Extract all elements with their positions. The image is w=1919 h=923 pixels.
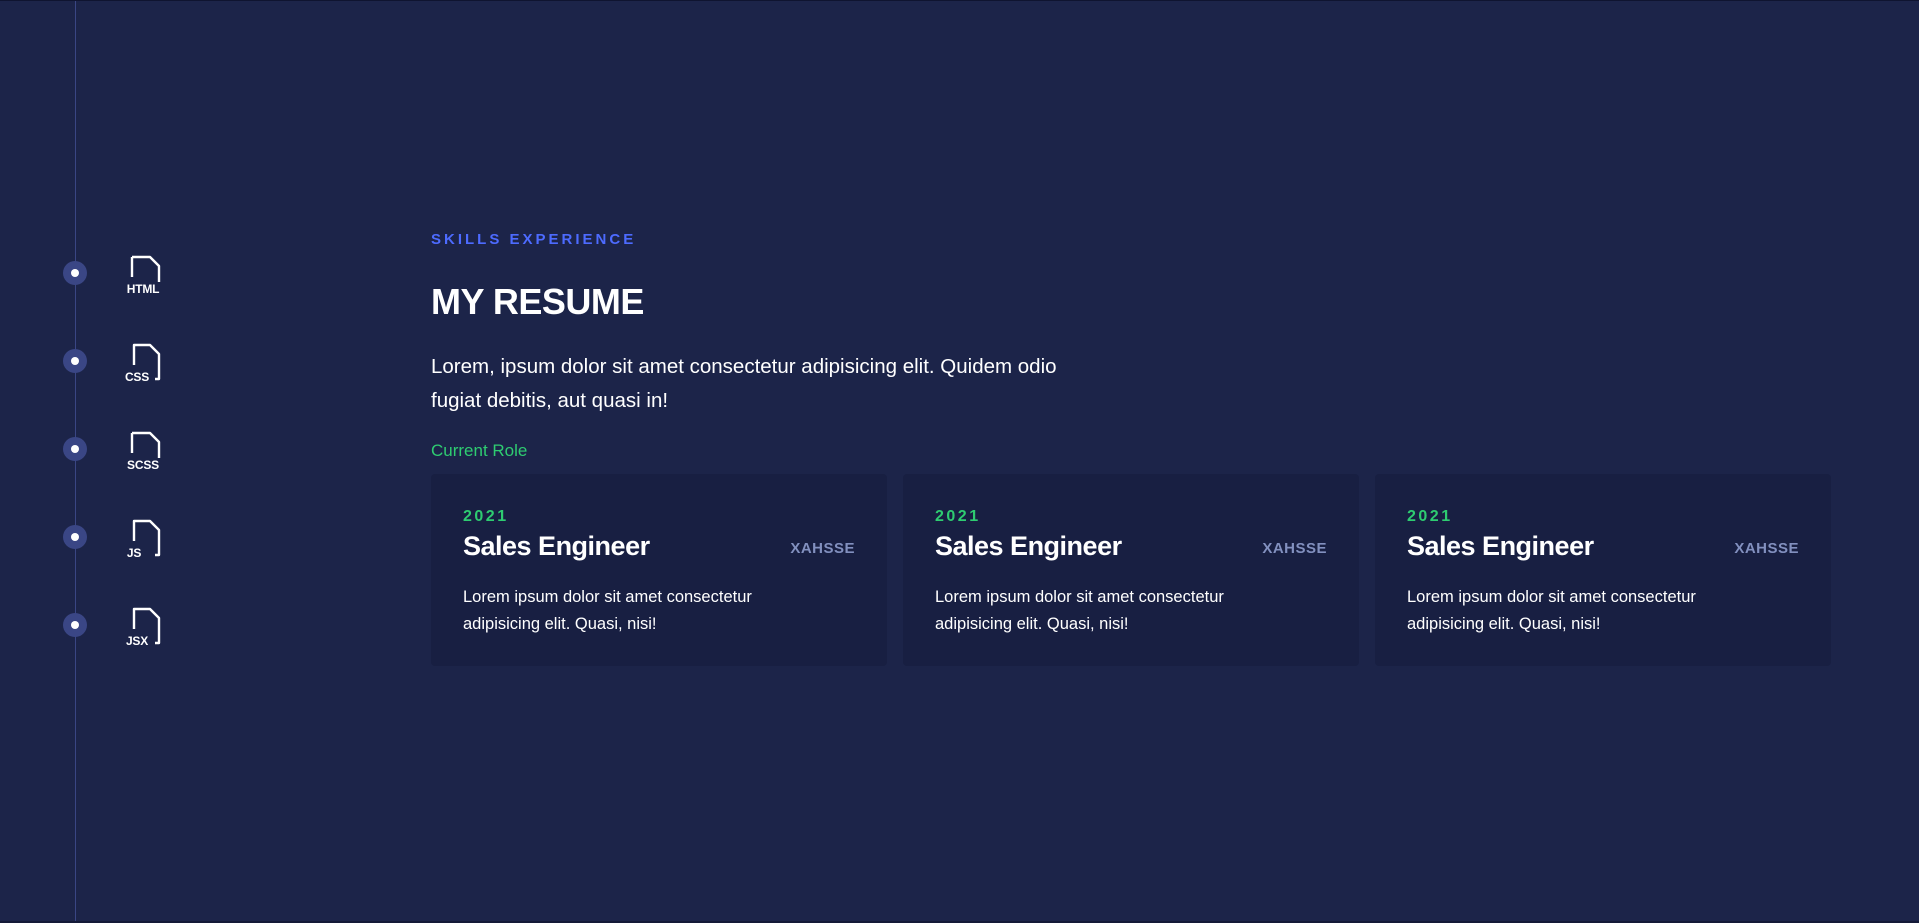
timeline-dot: [63, 261, 87, 285]
skill-item-jsx[interactable]: JSX: [0, 607, 260, 673]
timeline-dot: [63, 525, 87, 549]
file-icon: CSS: [118, 343, 164, 389]
file-icon: SCSS: [118, 431, 164, 477]
card-title: Sales Engineer: [935, 531, 1122, 561]
file-label: JS: [126, 546, 142, 560]
card-year: 2021: [1407, 508, 1453, 525]
file-label: JSX: [125, 634, 149, 648]
file-icon: HTML: [118, 255, 164, 301]
card-company: XAHSSE: [1734, 540, 1799, 557]
experience-card: 2021 Sales Engineer XAHSSE Lorem ipsum d…: [1375, 474, 1831, 666]
file-label: CSS: [124, 370, 150, 384]
timeline-dot: [63, 349, 87, 373]
skill-item-js[interactable]: JS: [0, 519, 260, 585]
experience-cards: 2021 Sales Engineer XAHSSE Lorem ipsum d…: [431, 474, 1831, 666]
card-description: Lorem ipsum dolor sit amet consectetur a…: [935, 588, 1224, 633]
card-description: Lorem ipsum dolor sit amet consectetur a…: [463, 588, 752, 633]
card-year: 2021: [935, 508, 981, 525]
card-header: Sales Engineer XAHSSE: [935, 526, 1327, 564]
card-header: Sales Engineer XAHSSE: [463, 526, 855, 564]
file-icon: JSX: [118, 607, 164, 653]
current-role-label: Current Role: [431, 441, 528, 460]
file-label: HTML: [126, 282, 160, 296]
card-title: Sales Engineer: [463, 531, 650, 561]
skill-item-css[interactable]: CSS: [0, 343, 260, 409]
file-label: SCSS: [127, 458, 159, 472]
card-description: Lorem ipsum dolor sit amet consectetur a…: [1407, 588, 1696, 633]
card-company: XAHSSE: [1262, 540, 1327, 557]
timeline-dot: [63, 613, 87, 637]
skill-item-scss[interactable]: SCSS: [0, 431, 260, 497]
timeline-dot: [63, 437, 87, 461]
card-company: XAHSSE: [790, 540, 855, 557]
experience-card: 2021 Sales Engineer XAHSSE Lorem ipsum d…: [903, 474, 1359, 666]
resume-section: SKILLS EXPERIENCE MY RESUME Lorem, ipsum…: [431, 230, 1831, 666]
card-header: Sales Engineer XAHSSE: [1407, 526, 1799, 564]
page-title: MY RESUME: [431, 281, 644, 322]
card-title: Sales Engineer: [1407, 531, 1594, 561]
section-eyebrow: SKILLS EXPERIENCE: [431, 231, 637, 248]
experience-card: 2021 Sales Engineer XAHSSE Lorem ipsum d…: [431, 474, 887, 666]
skill-item-html[interactable]: HTML: [0, 255, 260, 321]
file-icon: JS: [118, 519, 164, 565]
resume-page: HTML CSS SCSS JS JSX SKILLS EXPERIENCE M…: [0, 0, 1919, 923]
card-year: 2021: [463, 508, 509, 525]
intro-text: Lorem, ipsum dolor sit amet consectetur …: [431, 355, 1057, 412]
